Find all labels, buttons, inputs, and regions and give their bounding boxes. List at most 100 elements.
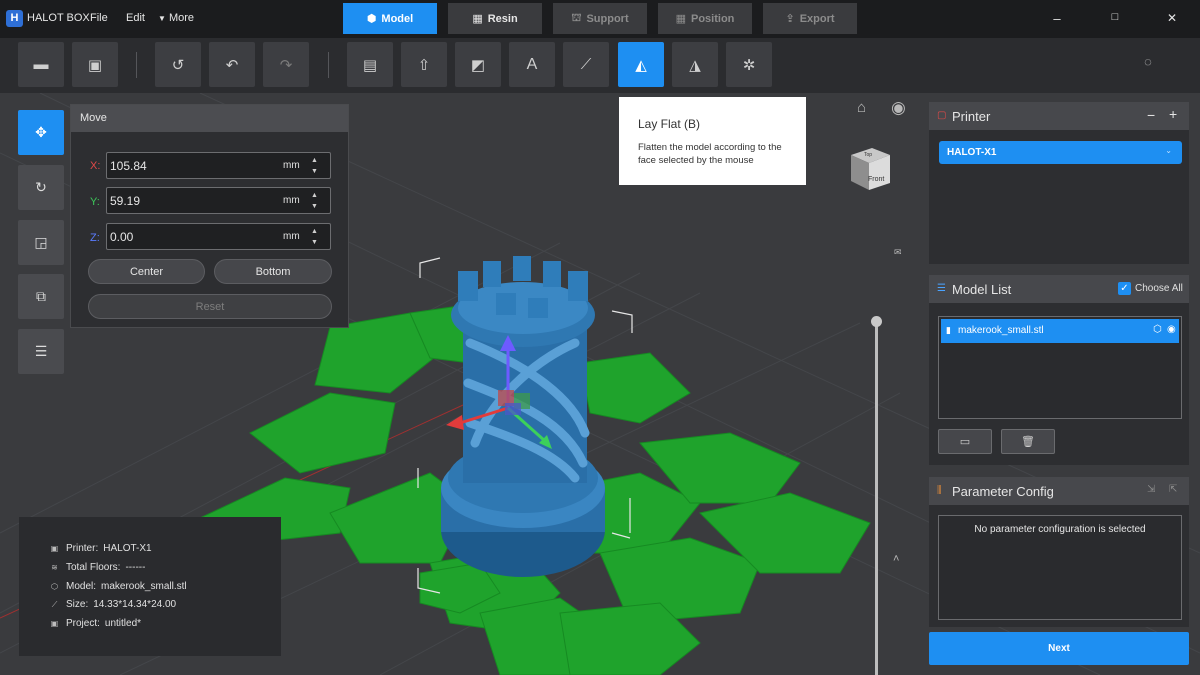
info-project-row: ▣ Project: untitled*: [50, 618, 141, 629]
import-model-button[interactable]: ▭: [938, 429, 992, 454]
z-position-field[interactable]: 0.00 mm ▲ ▼: [106, 223, 331, 250]
tab-position[interactable]: ▦ Position: [658, 3, 752, 34]
printer-select[interactable]: HALOT-X1 ⌄: [939, 141, 1182, 164]
printer-panel-title: Printer: [952, 109, 991, 124]
lay-flat-icon: ◭: [635, 56, 647, 74]
minimize-button[interactable]: –: [1050, 11, 1064, 26]
open-folder-icon: ▬: [33, 56, 49, 73]
menu-edit[interactable]: Edit: [126, 12, 145, 24]
y-unit: mm: [283, 195, 300, 206]
text-button[interactable]: A: [509, 42, 555, 87]
info-floors-value: ------: [125, 562, 146, 573]
printer-panel-header: ▢ Printer − +: [929, 102, 1189, 130]
model-info-box: ▣ Printer: HALOT-X1 ≋ Total Floors: ----…: [19, 517, 281, 656]
cube-icon[interactable]: ⬡: [1153, 324, 1162, 335]
export-config-icon[interactable]: ⇱: [1169, 484, 1177, 495]
info-size-value: 14.33*14.34*24.00: [93, 599, 177, 610]
trash-icon: 🗑: [1021, 436, 1035, 448]
z-stepper-icon[interactable]: ▲ ▼: [311, 226, 318, 248]
collapse-printer-button[interactable]: −: [1147, 107, 1155, 123]
cut-button[interactable]: ◩: [455, 42, 501, 87]
settings-ring-icon[interactable]: ◌: [1141, 55, 1155, 69]
tab-export[interactable]: ⇪ Export: [763, 3, 857, 34]
tooltip-title: Lay Flat (B): [638, 117, 701, 131]
delete-model-button[interactable]: 🗑: [1001, 429, 1055, 454]
tab-support-label: Support: [586, 12, 629, 25]
open-project-button[interactable]: ▣: [72, 42, 118, 87]
x-position-field[interactable]: 105.84 mm ▲ ▼: [106, 152, 331, 179]
file-icon: ▮: [946, 325, 951, 335]
ruler-icon: ⟋: [51, 600, 58, 609]
print-icon: ▤: [362, 56, 378, 74]
model-list-title: Model List: [952, 282, 1012, 297]
rotate-icon: ↻: [35, 179, 47, 195]
lay-flat-button[interactable]: ◭: [618, 42, 664, 87]
tab-resin[interactable]: ▦ Resin: [448, 3, 542, 34]
tab-export-label: Export: [799, 12, 835, 25]
choose-all-checkbox[interactable]: ✓: [1118, 282, 1131, 295]
x-value: 105.84: [110, 159, 147, 173]
choose-all-label: Choose All: [1135, 283, 1183, 294]
history-button[interactable]: ↺: [155, 42, 201, 87]
info-printer-key: Printer:: [66, 543, 99, 554]
layer-slider-top-handle[interactable]: [871, 316, 882, 327]
cut-icon: ◩: [470, 56, 486, 74]
move-tool-button[interactable]: ✥: [18, 110, 64, 155]
x-unit: mm: [283, 160, 300, 171]
open-project-icon: ▣: [87, 56, 103, 74]
scale-tool-button[interactable]: ◲: [18, 220, 64, 265]
redo-button[interactable]: ↷: [263, 42, 309, 87]
model-list: ▮ makerook_small.stl ⬡ ◉: [938, 316, 1182, 419]
tab-support[interactable]: ⛫ Support: [553, 3, 647, 34]
y-stepper-icon[interactable]: ▲ ▼: [311, 190, 318, 212]
duplicate-tool-button[interactable]: ⧉: [18, 274, 64, 319]
auto-arrange-button[interactable]: ✲: [726, 42, 772, 87]
rook-model[interactable]: [441, 256, 605, 577]
close-button[interactable]: ✕: [1165, 11, 1179, 25]
home-view-icon[interactable]: ⌂: [857, 99, 866, 116]
next-button[interactable]: Next: [929, 632, 1189, 665]
param-config-header: ⫼ Parameter Config ⇲ ⇱: [929, 477, 1189, 505]
model-list-item[interactable]: ▮ makerook_small.stl ⬡ ◉: [941, 319, 1179, 343]
info-model-row: ⬡ Model: makerook_small.stl: [50, 581, 187, 592]
chevron-up-icon[interactable]: ˄: [893, 553, 899, 565]
eye-view-icon[interactable]: ◉: [891, 98, 906, 118]
reset-button[interactable]: Reset: [88, 294, 332, 319]
center-button[interactable]: Center: [88, 259, 205, 284]
param-config-empty-message: No parameter configuration is selected: [974, 524, 1146, 535]
scale-icon: ◲: [34, 234, 48, 250]
menu-file[interactable]: File: [90, 12, 108, 24]
x-stepper-icon[interactable]: ▲ ▼: [311, 155, 318, 177]
info-printer-row: ▣ Printer: HALOT-X1: [50, 543, 152, 554]
bottom-button[interactable]: Bottom: [214, 259, 332, 284]
layer-view-icon[interactable]: ✉: [894, 247, 902, 258]
measure-button[interactable]: ⟋: [563, 42, 609, 87]
y-position-field[interactable]: 59.19 mm ▲ ▼: [106, 187, 331, 214]
add-printer-button[interactable]: +: [1169, 106, 1177, 122]
mirror-button[interactable]: ◮: [672, 42, 718, 87]
maximize-button[interactable]: □: [1108, 11, 1122, 23]
info-size-row: ⟋ Size: 14.33*14.34*24.00: [50, 599, 176, 610]
open-folder-button[interactable]: ▬: [18, 42, 64, 87]
printer-icon: ▣: [50, 544, 59, 553]
z-axis-label: Z:: [90, 232, 100, 244]
layer-slider-track[interactable]: [875, 321, 878, 675]
tab-model-label: Model: [381, 12, 414, 25]
import-config-icon[interactable]: ⇲: [1147, 484, 1155, 495]
app-logo-icon: H: [6, 10, 23, 27]
tab-model[interactable]: ⬢ Model: [343, 3, 437, 34]
view-cube-front-label: Front: [868, 176, 885, 183]
menu-more[interactable]: ▼ More: [158, 12, 194, 24]
menu-more-label: More: [168, 12, 195, 24]
list-tool-button[interactable]: ☰: [18, 329, 64, 374]
export-model-button[interactable]: ⇧: [401, 42, 447, 87]
visibility-eye-icon[interactable]: ◉: [1167, 324, 1176, 335]
support-icon: ⛫: [571, 11, 582, 24]
project-icon: ▣: [50, 619, 59, 628]
print-button[interactable]: ▤: [347, 42, 393, 87]
undo-button[interactable]: ↶: [209, 42, 255, 87]
info-project-key: Project:: [66, 618, 100, 629]
printer-select-value: HALOT-X1: [947, 147, 997, 158]
toolbar: ▬ ▣ ↺ ↶ ↷ ▤ ⇧ ◩ A ⟋ ◭ ◮ ✲: [0, 38, 1200, 93]
rotate-tool-button[interactable]: ↻: [18, 165, 64, 210]
